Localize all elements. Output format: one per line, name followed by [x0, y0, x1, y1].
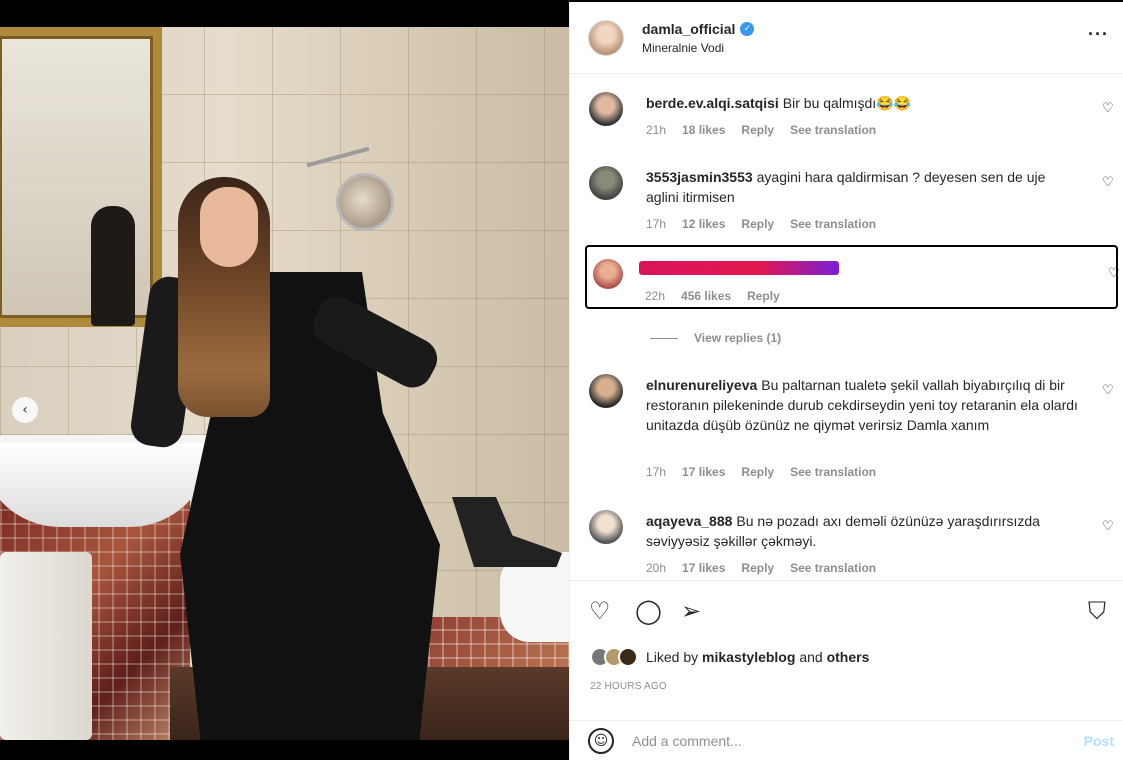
bookmark-icon[interactable]: ⛉	[1088, 599, 1106, 623]
comment-heart-icon[interactable]: ♡	[1102, 520, 1116, 534]
more-options-icon[interactable]: ···	[1088, 24, 1109, 45]
comment-heart-icon[interactable]: ♡	[1102, 102, 1116, 116]
post-header: damla_official ✓ Mineralnie Vodi ···	[570, 2, 1123, 74]
commenter-username[interactable]: 3553jasmin3553	[646, 169, 753, 185]
liker-avatar	[618, 647, 638, 667]
comment-time[interactable]: 21h	[646, 123, 666, 137]
redaction-bar	[639, 261, 839, 275]
verified-badge-icon: ✓	[740, 21, 755, 36]
emoji-icon[interactable]: ☺	[588, 727, 614, 754]
comment-likes[interactable]: 456 likes	[681, 289, 731, 303]
comment-time[interactable]: 22h	[645, 289, 665, 303]
view-replies-line	[650, 337, 678, 339]
liked-by-user[interactable]: mikastyleblog	[702, 649, 795, 665]
comment-likes[interactable]: 12 likes	[682, 217, 725, 231]
reply-button[interactable]: Reply	[741, 217, 774, 231]
comment-icon[interactable]: ◯	[635, 599, 662, 623]
commenter-avatar[interactable]	[589, 166, 623, 200]
post-location[interactable]: Mineralnie Vodi	[642, 41, 754, 55]
round-mirror	[336, 173, 394, 231]
share-icon[interactable]: ➢	[681, 599, 701, 623]
comment-heart-icon[interactable]: ♡	[1102, 384, 1116, 398]
commenter-avatar[interactable]	[589, 374, 623, 408]
reply-button[interactable]: Reply	[747, 289, 780, 303]
owner-avatar[interactable]	[588, 19, 624, 56]
post-photo[interactable]: ‹	[0, 27, 569, 740]
owner-username[interactable]: damla_official	[642, 21, 735, 37]
see-translation-button[interactable]: See translation	[790, 465, 876, 479]
mirror-reflection	[91, 206, 135, 326]
comment-time[interactable]: 17h	[646, 465, 666, 479]
reply-button[interactable]: Reply	[741, 561, 774, 575]
highlighted-comment: 22h 456 likes Reply ♡	[585, 245, 1120, 309]
post-details-pane: damla_official ✓ Mineralnie Vodi ··· ber…	[569, 2, 1123, 760]
see-translation-button[interactable]: See translation	[790, 123, 876, 137]
liked-by-prefix: Liked by	[646, 649, 699, 665]
liker-avatars[interactable]	[590, 647, 638, 667]
add-comment-bar: ☺ Post	[570, 720, 1123, 760]
heart-icon[interactable]: ♡	[589, 599, 611, 623]
reply-button[interactable]: Reply	[741, 465, 774, 479]
post-button[interactable]: Post	[1084, 733, 1114, 749]
reply-button[interactable]: Reply	[741, 123, 774, 137]
liked-by-others[interactable]: others	[827, 649, 870, 665]
liked-by-and: and	[799, 649, 823, 665]
towel	[0, 552, 92, 740]
view-replies-label: View replies (1)	[694, 331, 782, 345]
comment-time[interactable]: 17h	[646, 217, 666, 231]
see-translation-button[interactable]: See translation	[790, 217, 876, 231]
comment-likes[interactable]: 18 likes	[682, 123, 725, 137]
comment-input[interactable]	[632, 732, 1052, 749]
comment-time[interactable]: 20h	[646, 561, 666, 575]
post-time-ago[interactable]: 22 HOURS AGO	[590, 681, 667, 692]
comment-likes[interactable]: 17 likes	[682, 561, 725, 575]
wall-mirror	[0, 27, 162, 327]
commenter-username[interactable]: elnurenureliyeva	[646, 377, 757, 393]
commenter-avatar[interactable]	[593, 259, 623, 289]
liked-by-row: Liked by mikastyleblog and others	[590, 647, 869, 667]
carousel-prev-icon[interactable]: ‹	[12, 397, 38, 423]
commenter-avatar[interactable]	[589, 510, 623, 544]
commenter-avatar[interactable]	[589, 92, 623, 126]
post-actions: ♡ ◯ ➢ ⛉ Liked by mikastyleblog and other…	[570, 580, 1123, 692]
comment-heart-icon[interactable]: ♡	[1108, 267, 1122, 281]
comment-likes[interactable]: 17 likes	[682, 465, 725, 479]
see-translation-button[interactable]: See translation	[790, 561, 876, 575]
commenter-username[interactable]: berde.ev.alqi.satqisi	[646, 95, 779, 111]
comments-list[interactable]: berde.ev.alqi.satqisi Bir bu qalmışdı😂😂 2…	[570, 74, 1123, 580]
commenter-username[interactable]: aqayeva_888	[646, 513, 732, 529]
view-replies-button[interactable]: View replies (1)	[650, 331, 781, 345]
comment-heart-icon[interactable]: ♡	[1102, 176, 1116, 190]
face	[200, 187, 258, 267]
comment-text: Bir bu qalmışdı😂😂	[782, 95, 912, 111]
